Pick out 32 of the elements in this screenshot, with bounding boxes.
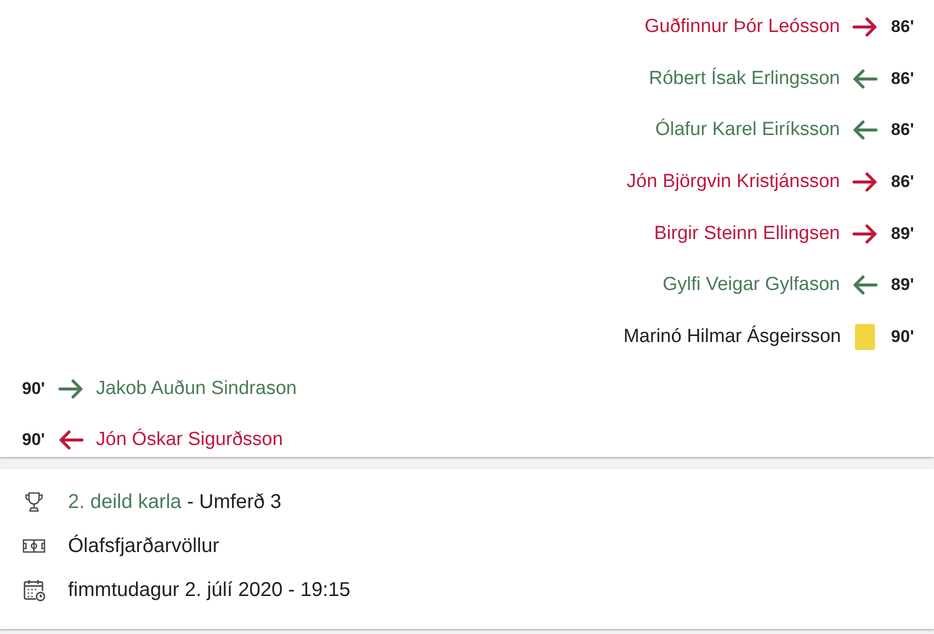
minute: 90': [22, 430, 46, 450]
booking-card-icon: [855, 324, 875, 350]
left-arrow-icon: [852, 120, 878, 140]
player-name: Birgir Steinn Ellingsen: [654, 222, 840, 245]
minute: 86': [890, 16, 914, 37]
left-arrow-icon: [852, 68, 878, 89]
player-name: Gylfi Veigar Gylfason: [662, 274, 840, 296]
player-name: Róbert Ísak Erlingsson: [648, 68, 840, 90]
player-name: Jón Óskar Sigurðsson: [96, 429, 283, 452]
player-name: Guðfinnur Þór Leósson: [644, 16, 840, 38]
date-time-text: fimmtudagur 2. júlí 2020 - 19:15: [68, 578, 350, 602]
minute: 89': [890, 224, 914, 244]
right-arrow-icon: [58, 378, 84, 399]
right-arrow-icon: [852, 224, 878, 244]
minute: 89': [890, 275, 914, 296]
minute: 90': [22, 378, 46, 399]
minute: 86': [890, 120, 914, 140]
minute: 90': [890, 326, 914, 347]
player-name: Marinó Hilmar Ásgeirsson: [623, 326, 841, 348]
right-arrow-icon: [852, 16, 878, 37]
calendar-clock-icon: [22, 578, 46, 602]
player-name: Ólafur Karel Eiríksson: [655, 119, 840, 142]
competition-link[interactable]: 2. deild karla: [68, 490, 182, 512]
competition-text: 2. deild karla - Umferð 3: [68, 490, 282, 514]
minute: 86': [890, 172, 914, 192]
right-arrow-icon: [852, 172, 878, 192]
minute: 86': [890, 68, 914, 89]
left-arrow-icon: [58, 430, 84, 450]
player-name: Jón Björgvin Kristjánsson: [626, 170, 840, 193]
player-name: Jakob Auðun Sindrason: [96, 378, 297, 400]
left-arrow-icon: [852, 275, 878, 296]
venue-text: Ólafsfjarðarvöllur: [68, 534, 220, 558]
